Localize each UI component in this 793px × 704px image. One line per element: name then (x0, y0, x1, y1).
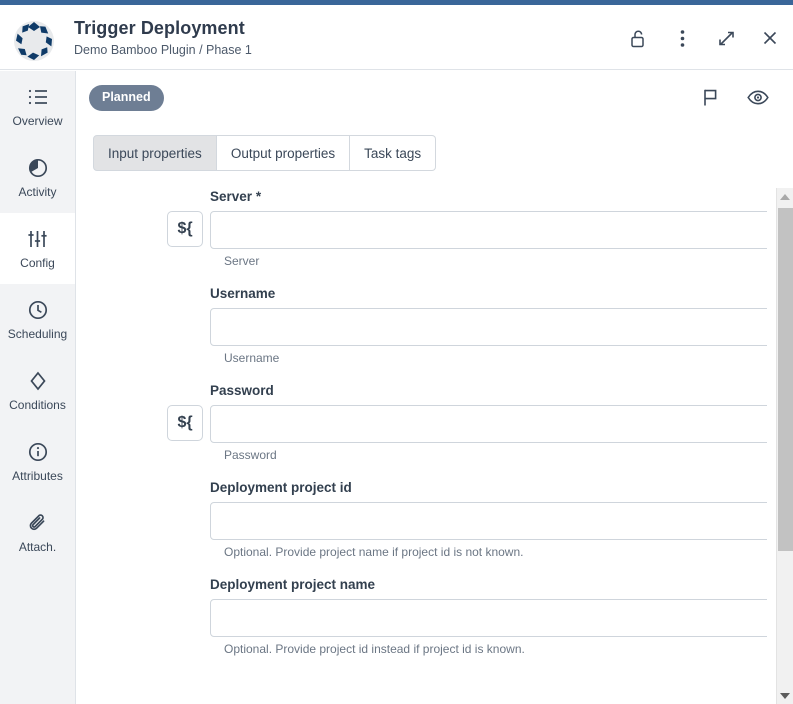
sidebar-item-label: Config (20, 256, 55, 270)
field-row-deployment-project-name (77, 599, 767, 637)
sliders-icon (27, 227, 48, 251)
unlock-icon[interactable] (625, 25, 651, 51)
field-hint-server: Server (224, 254, 260, 268)
server-select[interactable] (210, 211, 767, 249)
field-username: Username Username (77, 285, 767, 366)
status-badge: Planned (89, 85, 164, 111)
more-options-icon[interactable] (669, 25, 695, 51)
tab-task-tags[interactable]: Task tags (350, 135, 437, 171)
field-label-server: Server * (210, 188, 767, 205)
field-deployment-project-name: Deployment project name Optional. Provid… (77, 576, 767, 657)
label-text: Server (210, 189, 253, 204)
sidebar-item-label: Activity (18, 185, 57, 199)
pie-clock-icon (28, 156, 48, 180)
dialog-header: Trigger Deployment Demo Bamboo Plugin / … (0, 5, 793, 70)
header-text-block: Trigger Deployment Demo Bamboo Plugin / … (74, 17, 252, 58)
field-deployment-project-id: Deployment project id Optional. Provide … (77, 479, 767, 560)
task-dialog: Trigger Deployment Demo Bamboo Plugin / … (0, 0, 793, 704)
sidebar-item-scheduling[interactable]: Scheduling (0, 284, 75, 355)
field-hint-deployment-project-name: Optional. Provide project id instead if … (224, 642, 525, 656)
properties-tabs: Input properties Output properties Task … (93, 135, 437, 171)
input-wrap-password (210, 405, 767, 443)
expand-icon[interactable] (713, 25, 739, 51)
field-label-password: Password (210, 382, 767, 399)
input-wrap-deployment-project-id (210, 502, 767, 540)
sidebar-item-attachments[interactable]: Attach. (0, 497, 75, 568)
field-hint-deployment-project-id: Optional. Provide project name if projec… (224, 545, 524, 559)
sidebar-item-label: Attach. (18, 540, 57, 554)
tab-output-properties[interactable]: Output properties (216, 135, 351, 171)
field-label-deployment-project-name: Deployment project name (210, 576, 767, 593)
header-actions (625, 25, 783, 51)
properties-form: Server * ${ Server Username Username Pas… (77, 188, 767, 704)
paperclip-icon (28, 511, 48, 535)
field-row-deployment-project-id (77, 502, 767, 540)
password-input[interactable] (210, 405, 767, 443)
sidebar-item-attributes[interactable]: Attributes (0, 426, 75, 497)
required-marker: * (255, 189, 262, 204)
sidebar-item-overview[interactable]: Overview (0, 71, 75, 142)
label-text: Deployment project id (210, 480, 352, 495)
status-row: Planned (89, 85, 779, 115)
variable-insert-button-password[interactable]: ${ (167, 405, 203, 441)
breadcrumb: Demo Bamboo Plugin / Phase 1 (74, 43, 252, 57)
field-hint-username: Username (224, 351, 280, 365)
variable-insert-button-server[interactable]: ${ (167, 211, 203, 247)
sidebar-item-label: Overview (12, 114, 63, 128)
scroll-down-arrow-icon[interactable] (777, 687, 793, 704)
username-input[interactable] (210, 308, 767, 346)
field-label-username: Username (210, 285, 767, 302)
field-label-deployment-project-id: Deployment project id (210, 479, 767, 496)
tab-input-properties[interactable]: Input properties (93, 135, 217, 171)
deployment-project-name-input[interactable] (210, 599, 767, 637)
field-row-password: ${ (77, 405, 767, 443)
status-icons (702, 88, 769, 107)
close-icon[interactable] (757, 25, 783, 51)
input-wrap-deployment-project-name (210, 599, 767, 637)
field-server: Server * ${ Server (77, 188, 767, 269)
sidebar-item-label: Scheduling (7, 327, 68, 341)
label-text: Password (210, 383, 274, 398)
label-text: Deployment project name (210, 577, 376, 592)
segmented-circle-logo-icon (12, 19, 56, 63)
form-scrollbar[interactable] (776, 188, 793, 704)
sidebar-item-activity[interactable]: Activity (0, 142, 75, 213)
input-wrap-username (210, 308, 767, 346)
eye-icon[interactable] (747, 90, 769, 105)
field-hint-password: Password (224, 448, 277, 462)
clock-icon (28, 298, 48, 322)
sidebar-item-label: Attributes (12, 469, 63, 483)
scroll-up-arrow-icon[interactable] (777, 188, 793, 205)
field-row-username (77, 308, 767, 346)
field-row-server: ${ (77, 211, 767, 249)
content-panel: Planned Input properties Output properti… (77, 71, 793, 704)
diamond-icon (29, 369, 47, 393)
field-password: Password ${ Password (77, 382, 767, 463)
list-icon (28, 85, 48, 109)
sidebar-item-config[interactable]: Config (0, 213, 75, 284)
input-wrap-server (210, 211, 767, 249)
sidebar-item-conditions[interactable]: Conditions (0, 355, 75, 426)
deployment-project-id-input[interactable] (210, 502, 767, 540)
flag-icon[interactable] (702, 88, 719, 107)
left-sidebar: Overview Activity Config Scheduling Cond… (0, 71, 76, 704)
scrollbar-thumb[interactable] (778, 208, 793, 551)
sidebar-item-label: Conditions (9, 398, 66, 412)
label-text: Username (210, 286, 276, 301)
info-icon (28, 440, 48, 464)
page-title: Trigger Deployment (74, 18, 245, 38)
